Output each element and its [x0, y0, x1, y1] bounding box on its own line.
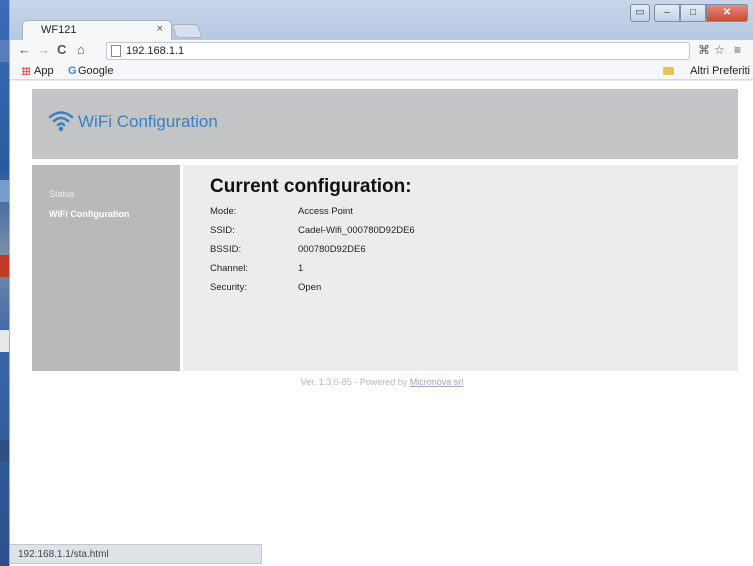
config-row-security: Security: Open: [210, 282, 610, 296]
page-footer: Ver. 1.3.0-85 - Powered by Micronova srl: [10, 377, 753, 387]
app-title: WiFi Configuration: [78, 112, 218, 131]
toolbar: ← → C ⌂ 192.168.1.1 ⌘ ☆ ≡: [10, 40, 753, 62]
bookmark-google[interactable]: Google: [78, 65, 113, 77]
new-tab-button[interactable]: [171, 24, 203, 38]
bookmark-other[interactable]: Altri Preferiti: [690, 65, 750, 77]
bookmark-apps[interactable]: App: [34, 65, 54, 77]
config-row-channel: Channel: 1: [210, 263, 610, 277]
config-row-mode: Mode: Access Point: [210, 206, 610, 220]
browser-window: WF121 × ▭ – □ ✕ ← → C ⌂ 192.168.1.1 ⌘ ☆ …: [9, 0, 753, 566]
apps-icon: [22, 67, 30, 75]
tab-close-icon[interactable]: ×: [157, 23, 163, 35]
reload-icon[interactable]: C: [57, 42, 66, 57]
maximize-button[interactable]: □: [680, 4, 706, 22]
sidebar-item-status[interactable]: Status: [49, 189, 75, 199]
folder-icon: [663, 67, 674, 75]
page-title: Current configuration:: [210, 176, 412, 197]
menu-icon[interactable]: ≡: [734, 43, 741, 57]
main-content: Current configuration: Mode: Access Poin…: [183, 165, 738, 371]
config-label: BSSID:: [210, 244, 242, 255]
config-row-ssid: SSID: Cadel-Wifi_000780D92DE6: [210, 225, 610, 239]
tab-wf121[interactable]: WF121 ×: [22, 20, 172, 41]
config-value: Cadel-Wifi_000780D92DE6: [298, 225, 415, 236]
page-viewport: WiFi Configuration Status WiFi Configura…: [10, 81, 753, 566]
config-value: 1: [298, 263, 304, 274]
google-icon: G: [68, 65, 77, 77]
status-bar: 192.168.1.1/sta.html: [10, 544, 262, 564]
desktop-background: [0, 0, 9, 566]
config-label: Channel:: [210, 263, 249, 274]
address-bar[interactable]: 192.168.1.1: [106, 42, 690, 60]
bookmarks-bar: App G Google Altri Preferiti: [10, 62, 753, 80]
page-header: WiFi Configuration: [32, 89, 738, 159]
page-icon: [111, 45, 121, 57]
translate-icon[interactable]: ⌘: [698, 43, 710, 57]
forward-icon[interactable]: →: [37, 42, 50, 57]
sidebar-item-wifi-configuration[interactable]: WiFi Configuration: [49, 209, 129, 219]
address-text: 192.168.1.1: [126, 45, 185, 57]
config-row-bssid: BSSID: 000780D92DE6: [210, 244, 610, 258]
star-icon[interactable]: ☆: [714, 43, 725, 57]
status-url: 192.168.1.1/sta.html: [18, 549, 109, 560]
footer-version: Ver. 1.3.0-85 - Powered by: [300, 377, 410, 387]
config-label: Mode:: [210, 206, 237, 217]
config-label: Security:: [210, 282, 247, 293]
config-label: SSID:: [210, 225, 235, 236]
close-button[interactable]: ✕: [706, 4, 748, 22]
window-controls: ▭ – □ ✕: [630, 4, 748, 22]
config-value: 000780D92DE6: [298, 244, 366, 255]
sidebar: Status WiFi Configuration: [32, 165, 180, 371]
tab-title: WF121: [41, 24, 77, 36]
wifi-logo-icon: [48, 111, 74, 132]
home-icon[interactable]: ⌂: [77, 42, 85, 57]
title-bar: WF121 × ▭ – □ ✕: [10, 0, 753, 41]
user-icon[interactable]: ▭: [630, 4, 650, 22]
config-value: Open: [298, 282, 322, 293]
minimize-button[interactable]: –: [654, 4, 680, 22]
back-icon[interactable]: ←: [18, 42, 31, 57]
config-value: Access Point: [298, 206, 353, 217]
footer-link[interactable]: Micronova srl: [410, 377, 464, 387]
